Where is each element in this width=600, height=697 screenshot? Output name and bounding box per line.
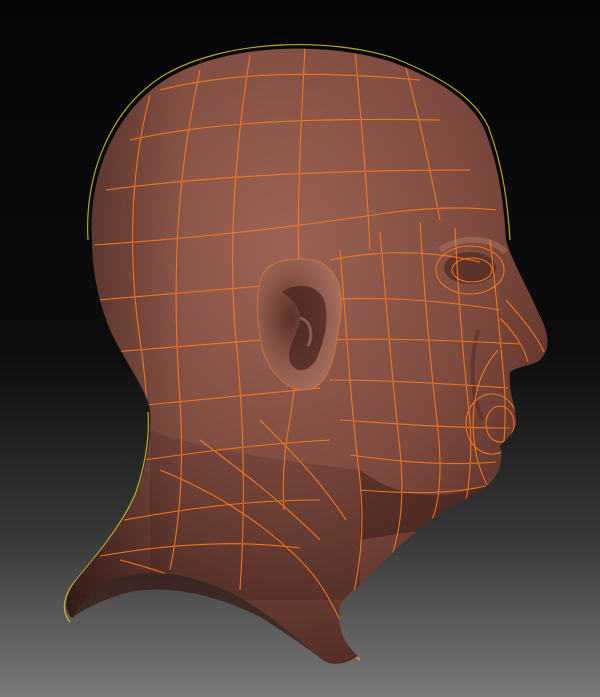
3d-viewport[interactable] xyxy=(0,0,600,697)
sculpt-canvas[interactable] xyxy=(0,0,600,697)
